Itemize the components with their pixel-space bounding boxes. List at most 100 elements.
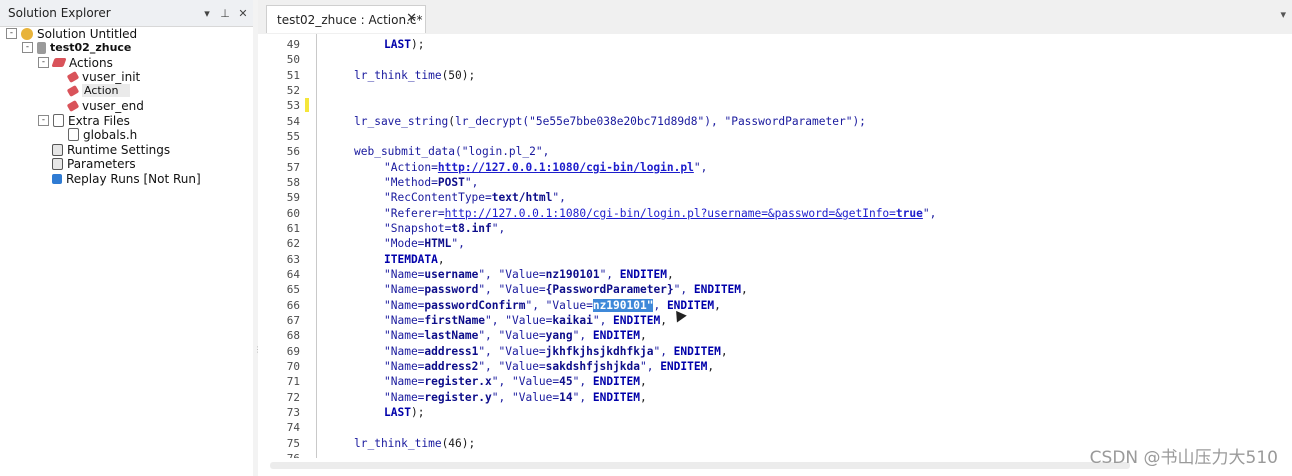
code-token: ENDITEM — [592, 375, 640, 388]
tab-action-c[interactable]: test02_zhuce : Action.c* ✕ — [266, 5, 426, 33]
tree-item-vuser-end[interactable]: vuser_end — [66, 98, 144, 113]
code-token: "Action= — [384, 161, 438, 174]
collapse-toggle-icon[interactable]: - — [38, 115, 49, 126]
code-token: HTML — [424, 237, 452, 250]
code-token: ("login.pl_2", — [455, 145, 550, 158]
tree-item-replay-runs[interactable]: Replay Runs [Not Run] — [52, 171, 201, 186]
tab-list-dropdown-icon[interactable]: ▾ — [1280, 8, 1286, 21]
collapse-toggle-icon[interactable]: - — [22, 42, 33, 53]
tree-item-action[interactable]: Action — [66, 83, 131, 98]
tree-item-label: Action — [82, 84, 131, 97]
code-token: sakdshfjshjkda — [545, 360, 640, 373]
code-line-67: "Name=firstName", "Value=kaikai", ENDITE… — [384, 313, 667, 328]
line-number: 76 — [258, 451, 300, 458]
line-number: 56 — [286, 145, 300, 158]
code-token: ", — [572, 391, 593, 404]
tree-item-script[interactable]: - test02_zhuce — [22, 40, 131, 55]
tree-item-label: Actions — [69, 55, 113, 70]
tree-item-globals[interactable]: globals.h — [68, 127, 137, 142]
tree-item-label: Parameters — [67, 156, 136, 171]
code-token: "RecContentType= — [384, 191, 492, 204]
line-number: 69 — [286, 345, 300, 358]
line-number: 62 — [286, 237, 300, 250]
code-line-73: LAST); — [384, 405, 424, 420]
code-token: lr_save_string — [354, 115, 449, 128]
code-token: ", — [552, 191, 566, 204]
code-token: t8.inf — [451, 222, 492, 235]
code-line-51: lr_think_time(50); — [354, 68, 475, 83]
code-token: register.y — [424, 391, 492, 404]
code-token: ", "Value= — [491, 375, 560, 388]
selected-text[interactable]: nz190101" — [592, 299, 654, 312]
code-token: ENDITEM — [619, 268, 667, 281]
code-line-66: "Name=passwordConfirm", "Value=nz190101"… — [384, 298, 721, 313]
line-number: 53 — [286, 99, 300, 112]
horizontal-scrollbar[interactable] — [270, 462, 1130, 469]
tree-item-runtime-settings[interactable]: Runtime Settings — [52, 142, 170, 157]
tree-item-parameters[interactable]: Parameters — [52, 156, 136, 171]
close-pane-icon[interactable]: ✕ — [235, 7, 251, 20]
url-link[interactable]: true — [896, 207, 923, 220]
code-token: ("5e55e7bbe038e20bc71d89d8"), "PasswordP… — [522, 115, 866, 128]
code-token: ", "Value= — [478, 360, 546, 373]
tree-item-solution[interactable]: - Solution Untitled — [6, 26, 137, 41]
line-number: 49 — [286, 38, 300, 51]
code-line-63: ITEMDATA, — [384, 252, 445, 267]
settings-icon — [52, 143, 63, 156]
code-token: username — [424, 268, 479, 281]
solution-icon — [21, 27, 33, 40]
line-number: 60 — [286, 207, 300, 220]
code-token: "Name= — [384, 345, 425, 358]
code-line-75: lr_think_time(46); — [354, 436, 475, 451]
solution-explorer-pane: Solution Explorer ▾ ⊥ ✕ - Solution Untit… — [0, 0, 254, 476]
tree-item-actions[interactable]: - Actions — [38, 55, 113, 70]
code-editor[interactable]: 49 50 51 52 53 54 55 56 57 58 59 60 61 6… — [258, 34, 1292, 458]
code-token: "Name= — [384, 375, 425, 388]
code-token: ENDITEM — [660, 360, 708, 373]
code-line-59: "RecContentType=text/html", — [384, 190, 566, 205]
code-line-65: "Name=password", "Value={PasswordParamet… — [384, 282, 748, 297]
line-number: 52 — [286, 84, 300, 97]
code-token: "Method= — [384, 176, 438, 189]
code-token: ", — [673, 283, 694, 296]
solution-explorer-header: Solution Explorer ▾ ⊥ ✕ — [0, 0, 253, 27]
code-token: , — [653, 299, 667, 312]
collapse-toggle-icon[interactable]: - — [6, 28, 17, 39]
code-token: lr_think_time — [354, 437, 442, 450]
parameters-icon — [52, 157, 63, 170]
code-token: "Name= — [384, 283, 425, 296]
code-token: "Name= — [384, 299, 425, 312]
code-token: "Snapshot= — [384, 222, 452, 235]
line-number: 63 — [286, 253, 300, 266]
code-token: ", — [464, 176, 479, 189]
tree-item-label: globals.h — [83, 127, 138, 142]
code-token: (50); — [441, 69, 476, 82]
code-token: ", — [572, 329, 593, 342]
code-token: register.x — [424, 375, 492, 388]
code-token: LAST — [384, 38, 411, 51]
tree-item-label: Extra Files — [68, 113, 130, 128]
code-line-54: lr_save_string(lr_decrypt("5e55e7bbe038e… — [354, 114, 866, 129]
close-tab-icon[interactable]: ✕ — [406, 11, 417, 26]
code-token: ", — [491, 222, 506, 235]
code-token: ", "Value= — [525, 299, 593, 312]
action-icon — [66, 99, 80, 112]
tab-label: test02_zhuce : Action.c* — [277, 12, 423, 27]
code-token: , — [640, 391, 647, 404]
pane-menu-icon[interactable]: ▾ — [199, 7, 215, 20]
code-token: ", "Value= — [478, 268, 546, 281]
tree-item-extra-files[interactable]: - Extra Files — [38, 113, 130, 128]
collapse-toggle-icon[interactable]: - — [38, 57, 49, 68]
actions-icon — [51, 58, 67, 67]
pin-icon[interactable]: ⊥ — [217, 7, 233, 20]
tree-item-vuser-init[interactable]: vuser_init — [66, 69, 140, 84]
code-token: ", — [653, 345, 674, 358]
url-link[interactable]: http://127.0.0.1:1080/cgi-bin/login.pl?u… — [445, 207, 896, 220]
code-token: ", — [572, 375, 593, 388]
code-token: lr_think_time — [354, 69, 442, 82]
code-token: , — [714, 299, 721, 312]
code-token: , — [720, 345, 728, 358]
line-number: 70 — [286, 360, 300, 373]
code-token: LAST — [384, 406, 411, 419]
url-link[interactable]: http://127.0.0.1:1080/cgi-bin/login.pl — [438, 161, 694, 174]
